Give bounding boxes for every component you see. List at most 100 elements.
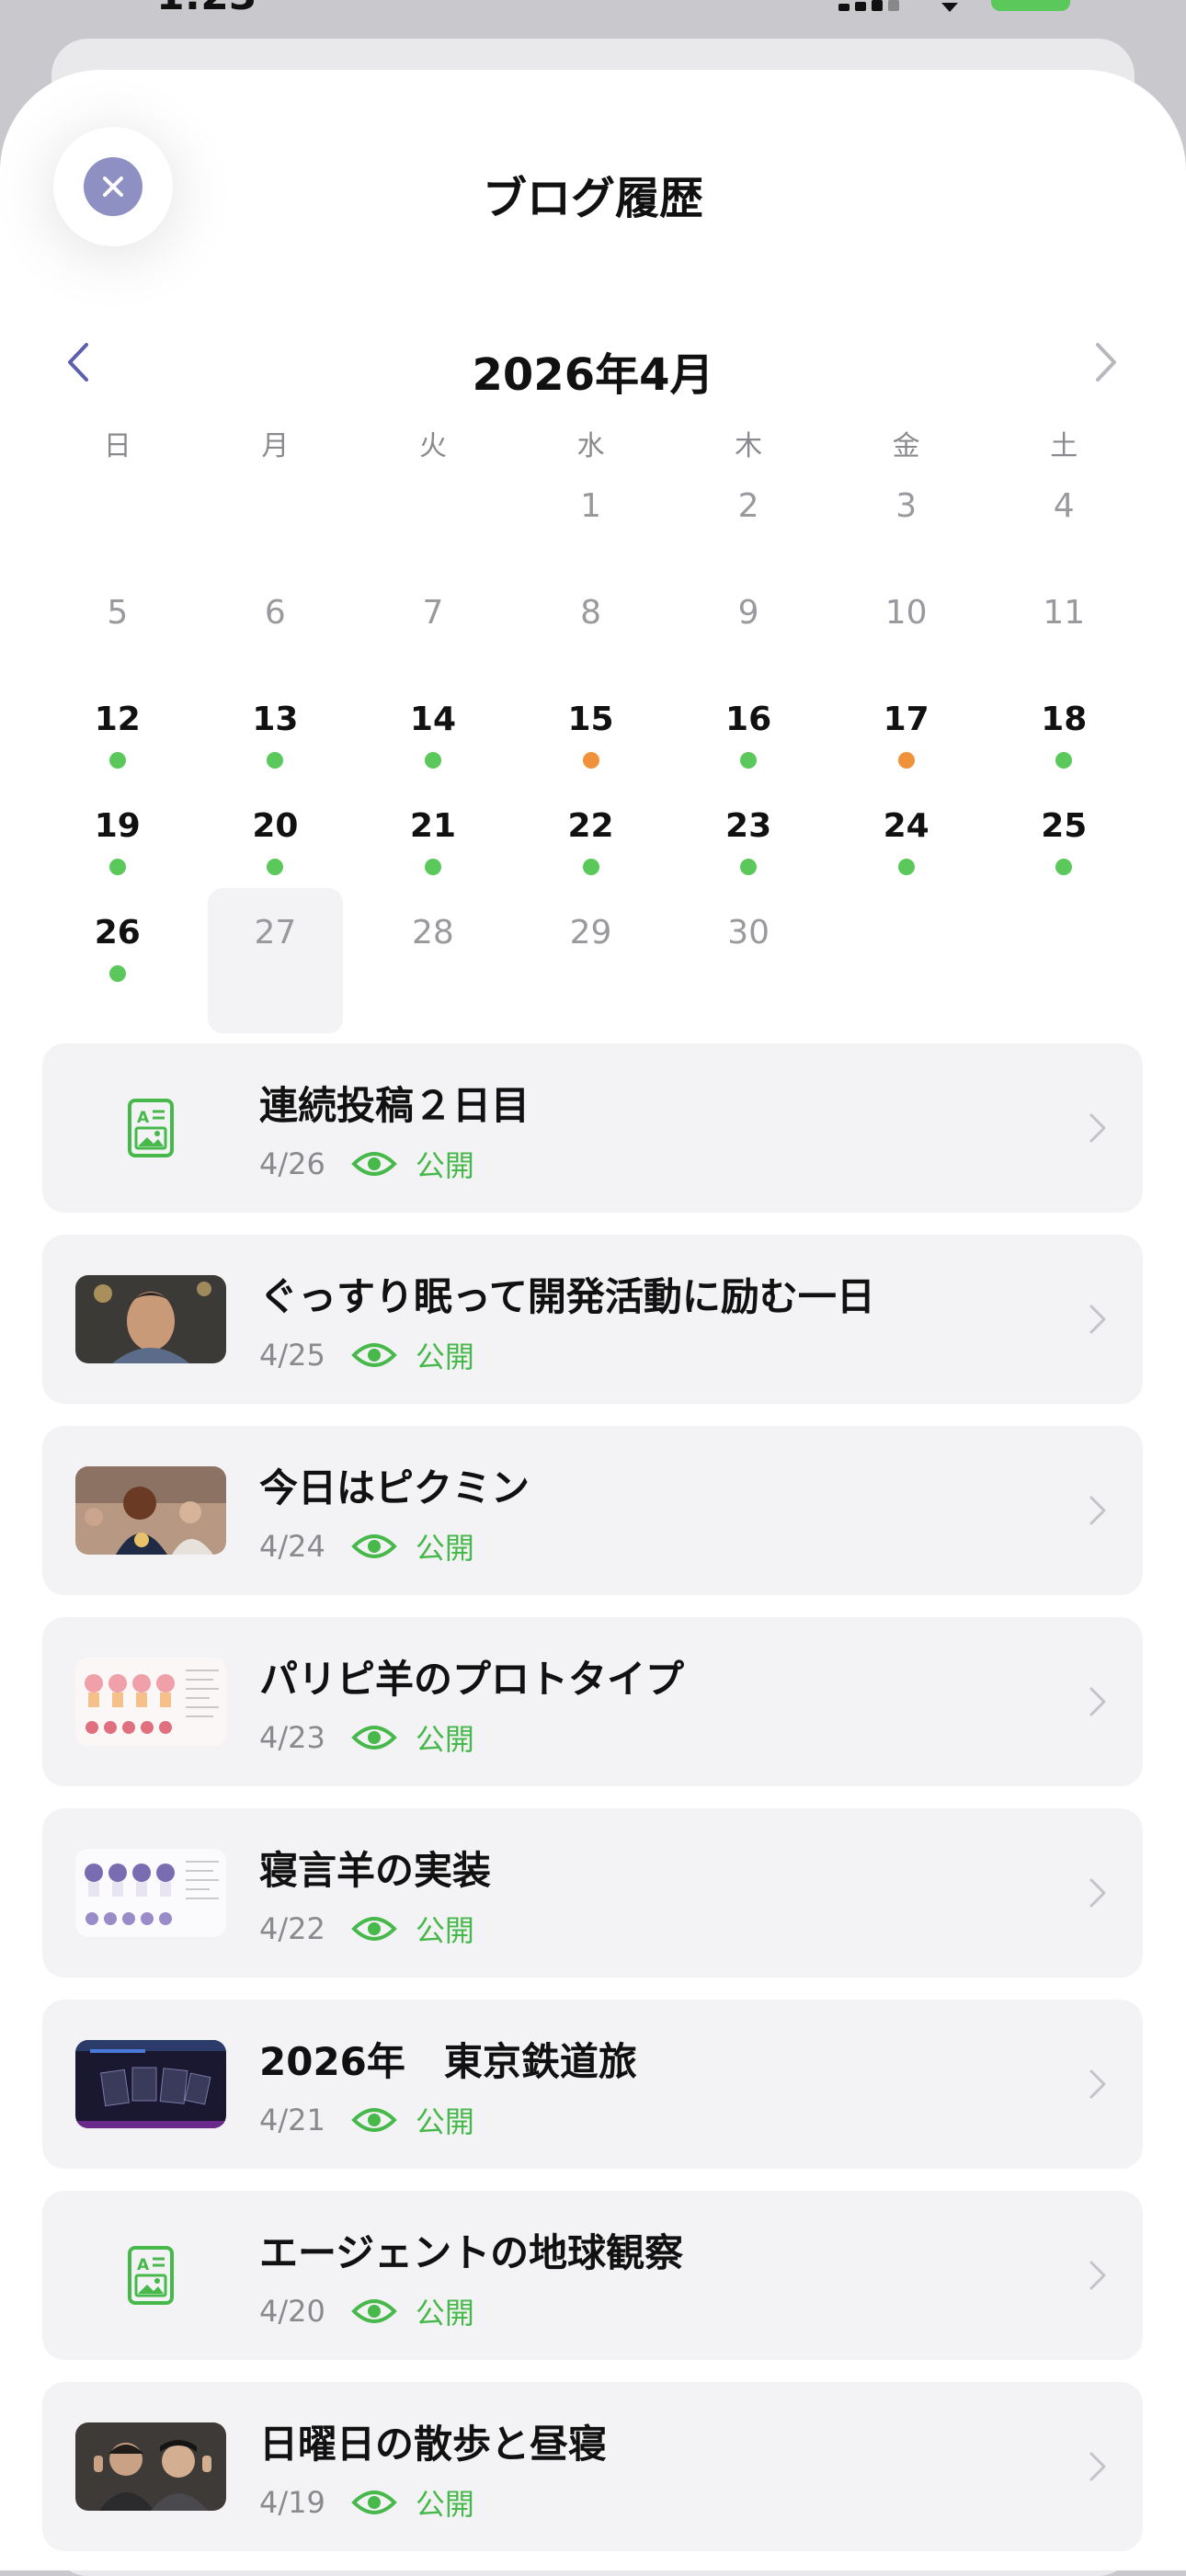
calendar-day-number: 10 — [884, 594, 928, 632]
post-list-item[interactable]: 2026年 東京鉄道旅 4/21 公開 — [42, 2000, 1143, 2169]
calendar-day[interactable]: 13 — [197, 693, 355, 800]
calendar-day[interactable]: 23 — [669, 800, 827, 906]
calendar-day[interactable]: 7 — [354, 587, 512, 693]
post-list-item[interactable]: A エージェントの地球観察 4/20 公開 — [42, 2191, 1143, 2360]
post-title: エージェントの地球観察 — [259, 2230, 684, 2275]
calendar-day[interactable]: 10 — [827, 587, 986, 693]
calendar-day[interactable]: 2 — [669, 480, 827, 587]
calendar-day-number: 18 — [1041, 701, 1088, 738]
calendar-day[interactable]: 5 — [39, 587, 197, 693]
chevron-right-icon — [1084, 1492, 1112, 1529]
post-list-item[interactable]: 寝言羊の実装 4/22 公開 — [42, 1808, 1143, 1978]
calendar-day[interactable]: 29 — [512, 906, 670, 1013]
sheet-title: ブログ履歴 — [482, 173, 703, 224]
calendar-empty-cell — [39, 480, 197, 587]
post-status: 公開 — [415, 2104, 474, 2139]
chevron-right-icon — [1084, 1301, 1112, 1338]
weekday-label: 月 — [261, 430, 290, 462]
post-list-item[interactable]: 日曜日の散歩と昼寝 4/19 公開 — [42, 2382, 1143, 2551]
post-thumbnail — [75, 2040, 226, 2128]
calendar-empty-cell — [197, 480, 355, 587]
post-thumbnail — [75, 1658, 226, 1746]
calendar-day[interactable]: 26 — [39, 906, 197, 1013]
posted-dot — [267, 752, 284, 769]
article-image-icon: A — [75, 1084, 226, 1172]
posted-dot — [1055, 859, 1073, 875]
month-navigator: 2026年4月 — [0, 318, 1186, 410]
calendar-day[interactable]: 24 — [827, 800, 986, 906]
calendar-day-number: 27 — [254, 914, 297, 952]
posted-dot — [897, 859, 915, 875]
posted-dot — [740, 859, 758, 875]
calendar-day[interactable]: 8 — [512, 587, 670, 693]
calendar-day-number: 29 — [569, 914, 612, 952]
post-date: 4/22 — [259, 1911, 325, 1946]
calendar-day-number: 14 — [409, 701, 456, 738]
post-title: 連続投稿２日目 — [259, 1083, 530, 1128]
calendar-day[interactable]: 14 — [354, 693, 512, 800]
chevron-right-icon — [1084, 2257, 1112, 2294]
post-title: 今日はピクミン — [259, 1465, 530, 1510]
calendar-day[interactable]: 11 — [985, 587, 1143, 693]
post-thumbnail — [75, 1466, 226, 1555]
calendar-day[interactable]: 18 — [985, 693, 1143, 800]
post-date: 4/26 — [259, 1146, 325, 1181]
calendar-day[interactable]: 12 — [39, 693, 197, 800]
post-title: ぐっすり眠って開発活動に励む一日 — [259, 1274, 875, 1319]
calendar-day[interactable]: 21 — [354, 800, 512, 906]
calendar-day[interactable]: 1 — [512, 480, 670, 587]
calendar-day[interactable]: 22 — [512, 800, 670, 906]
post-list-item[interactable]: パリピ羊のプロトタイプ 4/23 公開 — [42, 1617, 1143, 1786]
next-month-button[interactable] — [1078, 335, 1134, 390]
battery-icon — [991, 0, 1070, 11]
post-meta: 4/19 公開 — [259, 2481, 474, 2524]
post-status: 公開 — [415, 1339, 474, 1374]
calendar-day[interactable]: 9 — [669, 587, 827, 693]
calendar-day[interactable]: 27 — [197, 888, 355, 1033]
eye-icon — [351, 1914, 397, 1943]
post-meta: 4/26 公開 — [259, 1143, 474, 1185]
post-status: 公開 — [415, 1148, 474, 1183]
calendar-empty-cell — [354, 480, 512, 587]
post-meta: 4/25 公開 — [259, 1334, 474, 1376]
calendar-day-number: 22 — [567, 807, 614, 845]
calendar-day-number: 16 — [725, 701, 772, 738]
calendar-day[interactable]: 25 — [985, 800, 1143, 906]
calendar-day-number: 25 — [1041, 807, 1088, 845]
calendar-day[interactable]: 30 — [669, 906, 827, 1013]
calendar-day[interactable]: 19 — [39, 800, 197, 906]
calendar-day-number: 4 — [1053, 487, 1075, 525]
calendar-empty-cell — [827, 906, 986, 1013]
chevron-right-icon — [1084, 1110, 1112, 1146]
weekday-label: 木 — [735, 430, 763, 462]
blog-history-sheet: ブログ履歴 2026年4月 日 月 火 水 木 金 土 1 2 3 4 5 6 7 8 9 10 1… — [0, 70, 1186, 2570]
draft-dot — [897, 752, 915, 769]
calendar-day[interactable]: 4 — [985, 480, 1143, 587]
post-title: 2026年 東京鉄道旅 — [259, 2039, 637, 2084]
calendar-day-number: 13 — [252, 701, 299, 738]
calendar-day-number: 7 — [422, 594, 444, 632]
post-thumbnail — [75, 1275, 226, 1363]
eye-icon — [351, 1340, 397, 1370]
calendar-day[interactable]: 16 — [669, 693, 827, 800]
post-meta: 4/23 公開 — [259, 1716, 474, 1759]
posted-dot — [108, 752, 126, 769]
today-highlight — [207, 888, 344, 1033]
post-date: 4/24 — [259, 1529, 325, 1564]
posted-dot — [1055, 752, 1073, 769]
calendar-day-number: 26 — [94, 914, 141, 952]
calendar-day[interactable]: 28 — [354, 906, 512, 1013]
post-list-item[interactable]: ぐっすり眠って開発活動に励む一日 4/25 公開 — [42, 1235, 1143, 1404]
calendar-day[interactable]: 3 — [827, 480, 986, 587]
chevron-right-icon — [1084, 2066, 1112, 2103]
calendar-day[interactable]: 17 — [827, 693, 986, 800]
post-list-item[interactable]: A 連続投稿２日目 4/26 公開 — [42, 1043, 1143, 1213]
calendar-day[interactable]: 15 — [512, 693, 670, 800]
post-meta: 4/21 公開 — [259, 2099, 474, 2141]
post-list-item[interactable]: 今日はピクミン 4/24 公開 — [42, 1426, 1143, 1595]
chevron-right-icon — [1096, 343, 1116, 382]
weekday-label: 日 — [103, 430, 131, 462]
calendar-day-number: 3 — [895, 487, 918, 525]
calendar-day-number: 8 — [580, 594, 601, 632]
calendar-day[interactable]: 6 — [197, 587, 355, 693]
